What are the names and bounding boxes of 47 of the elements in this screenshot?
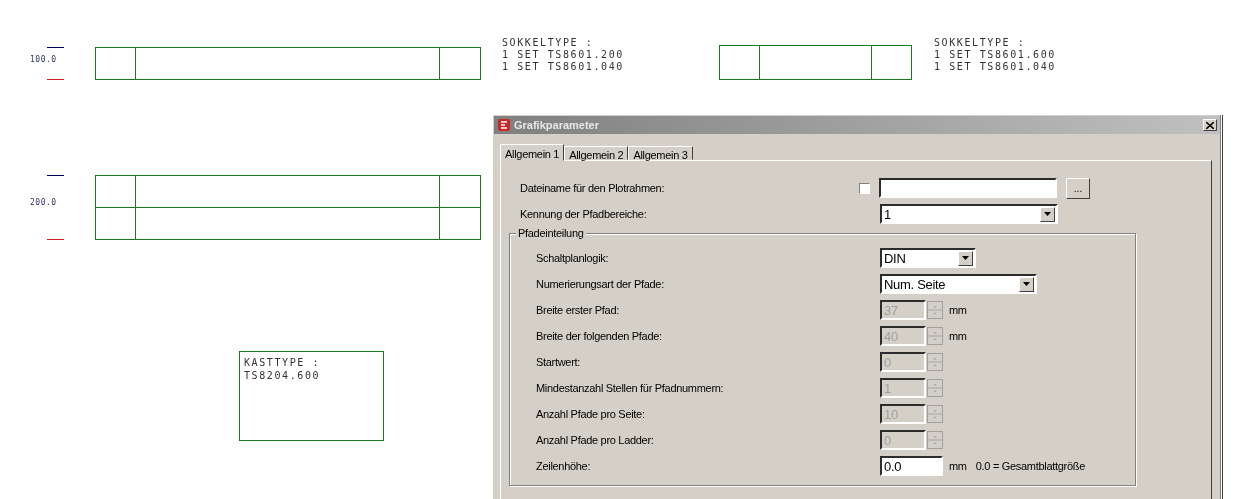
field-label: Dateiname für den Plotrahmen: xyxy=(519,182,666,194)
field-label: Breite der folgenden Pfade: xyxy=(535,330,663,342)
height-field[interactable]: 0.0 xyxy=(880,456,943,476)
unit-label: mm xyxy=(949,330,967,342)
field-label: Kennung der Pfadbereiche: xyxy=(519,208,648,220)
spinner-arrows-icon[interactable] xyxy=(927,353,943,371)
field-label: Zeilenhöhe: xyxy=(535,460,592,472)
unit-label: mm xyxy=(949,460,967,472)
group-title: Pfadeinteilung xyxy=(516,227,586,239)
app-logo-icon xyxy=(497,118,511,132)
dropdown[interactable]: 1 xyxy=(880,204,1058,224)
spinner-arrows-icon[interactable] xyxy=(927,379,943,397)
field-label: Breite erster Pfad: xyxy=(535,304,620,316)
caret-icon xyxy=(962,256,969,260)
checkbox[interactable] xyxy=(859,182,870,194)
field-label: Mindestanzahl Stellen für Pfadnummern: xyxy=(535,382,725,394)
marker-line xyxy=(46,239,65,240)
file-name-field[interactable] xyxy=(879,178,1057,198)
dimension-label: 200.0 xyxy=(30,198,57,207)
caret-icon xyxy=(1044,212,1051,216)
spinner-arrows-icon[interactable] xyxy=(927,405,943,423)
field-label: Anzahl Pfade pro Ladder: xyxy=(535,434,655,446)
spinner-arrows-icon[interactable] xyxy=(927,431,943,449)
marker-line xyxy=(46,175,65,176)
tab[interactable]: Allgemein 2 xyxy=(564,146,629,160)
field-label: Anzahl Pfade pro Seite: xyxy=(535,408,646,420)
tab[interactable]: Allgemein 3 xyxy=(628,146,693,160)
field-label: Numerierungsart der Pfade: xyxy=(535,278,665,290)
spinner-arrows-icon[interactable] xyxy=(927,327,943,345)
dropdown[interactable]: DIN xyxy=(880,248,976,268)
close-button[interactable] xyxy=(1203,119,1217,131)
dimension-label: 100.0 xyxy=(30,55,57,64)
hint-text: 0.0 = Gesamtblattgröße xyxy=(975,460,1085,472)
field-label: Startwert: xyxy=(535,356,582,368)
caret-icon xyxy=(1023,282,1030,286)
window-title: Grafikparameter xyxy=(514,119,599,131)
tab[interactable]: Allgemein 1 xyxy=(500,144,565,161)
socket-type-note: SOKKELTYPE : 1 SET TS8601.600 1 SET TS8601.040 xyxy=(934,37,1056,73)
marker-line xyxy=(46,47,65,48)
marker-line xyxy=(46,79,65,80)
cabinet-type-note: KASTTYPE : TS8204.600 xyxy=(244,356,321,382)
dropdown[interactable]: Num. Seite xyxy=(880,274,1037,294)
socket-type-note: SOKKELTYPE : 1 SET TS8601.200 1 SET TS8601.040 xyxy=(502,37,624,73)
field-label: Schaltplanlogik: xyxy=(535,252,610,264)
unit-label: mm xyxy=(949,304,967,316)
browse-button[interactable]: ... xyxy=(1066,177,1090,199)
spinner-arrows-icon[interactable] xyxy=(927,301,943,319)
